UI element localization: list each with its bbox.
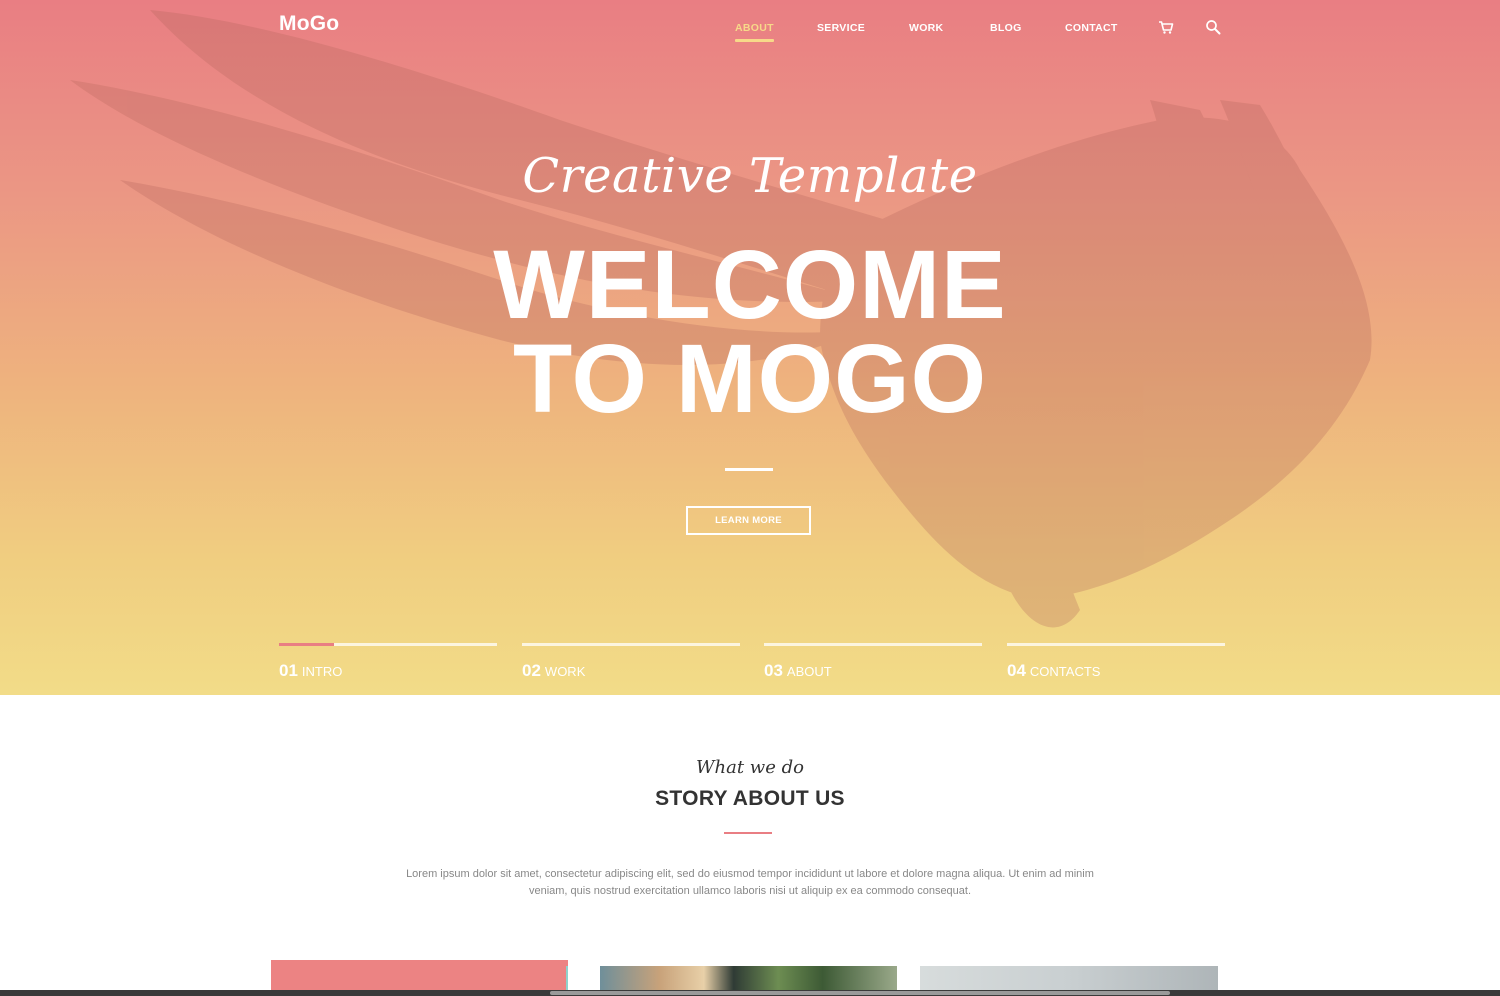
nav-item-about[interactable]: ABOUT xyxy=(735,22,774,42)
slide-label: 01 INTRO xyxy=(279,661,342,681)
gallery-image[interactable] xyxy=(920,966,1218,990)
description-line: Lorem ipsum dolor sit amet, consectetur … xyxy=(406,868,1094,880)
slide-progress xyxy=(279,643,334,646)
slide-title: WORK xyxy=(544,664,586,679)
learn-more-button[interactable]: LEARN MORE xyxy=(686,506,811,535)
hero-divider xyxy=(725,468,773,471)
section-description: Lorem ipsum dolor sit amet, consectetur … xyxy=(360,866,1140,900)
section-kicker: What we do xyxy=(696,757,804,778)
section-title: STORY ABOUT US xyxy=(655,787,845,810)
slide-indicator-contacts[interactable]: 04 CONTACTS xyxy=(1007,643,1225,683)
slide-label: 04 CONTACTS xyxy=(1007,661,1100,681)
slide-indicator-intro[interactable]: 01 INTRO xyxy=(279,643,497,683)
slide-track xyxy=(522,643,740,646)
slide-indicator-work[interactable]: 02 WORK xyxy=(522,643,740,683)
slide-title: INTRO xyxy=(301,664,343,679)
slide-number: 03 xyxy=(764,661,783,680)
hero-headline-line1: WELCOME xyxy=(493,230,1007,339)
gallery-image[interactable] xyxy=(271,960,568,990)
description-line: veniam, quis nostrud exercitation ullamc… xyxy=(528,885,972,897)
slide-indicator-about[interactable]: 03 ABOUT xyxy=(764,643,982,683)
nav-item-blog[interactable]: BLOG xyxy=(990,22,1022,34)
hero-subtitle: Creative Template xyxy=(522,148,978,204)
slide-title: CONTACTS xyxy=(1029,664,1101,679)
scrollbar-thumb[interactable] xyxy=(550,991,1170,995)
nav-item-service[interactable]: SERVICE xyxy=(817,22,865,34)
image-edge xyxy=(566,966,568,990)
slide-title: ABOUT xyxy=(786,664,832,679)
slide-number: 02 xyxy=(522,661,541,680)
slide-label: 03 ABOUT xyxy=(764,661,832,681)
section-divider xyxy=(724,832,772,834)
slide-number: 01 xyxy=(279,661,298,680)
cart-icon[interactable] xyxy=(1158,19,1174,35)
gallery-image[interactable] xyxy=(600,966,897,990)
hero-headline-line2: TO MOGO xyxy=(512,324,988,433)
slide-label: 02 WORK xyxy=(522,661,585,681)
nav-item-work[interactable]: WORK xyxy=(909,22,943,34)
slide-track xyxy=(764,643,982,646)
horizontal-scrollbar[interactable] xyxy=(0,990,1500,996)
slide-number: 04 xyxy=(1007,661,1026,680)
slide-track xyxy=(1007,643,1225,646)
main-nav: ABOUT SERVICE WORK BLOG CONTACT xyxy=(0,22,1500,46)
hero-section: MoGo ABOUT SERVICE WORK BLOG CONTACT Cre… xyxy=(0,0,1500,695)
nav-item-contact[interactable]: CONTACT xyxy=(1065,22,1118,34)
search-icon[interactable] xyxy=(1205,19,1221,35)
